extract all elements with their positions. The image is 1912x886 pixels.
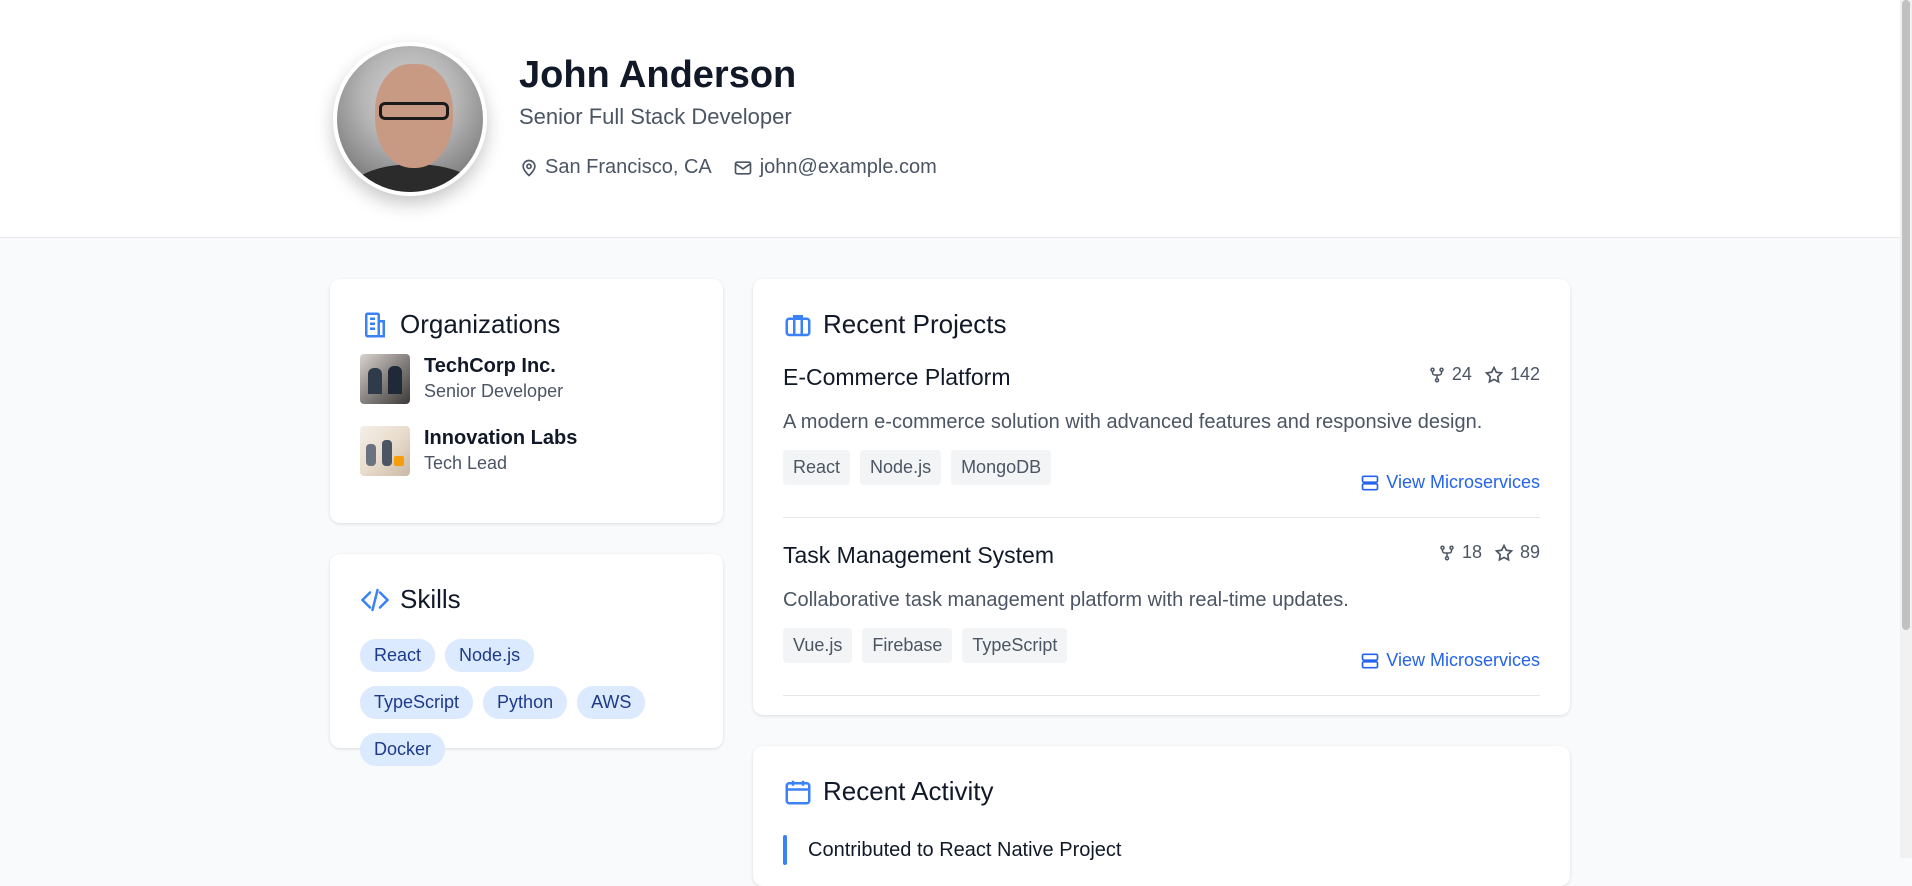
email[interactable]: john@example.com	[732, 156, 937, 179]
activity-indicator	[783, 835, 787, 865]
project-description: A modern e-commerce solution with advanc…	[783, 411, 1483, 433]
fork-icon	[1430, 367, 1444, 382]
star-icon	[1494, 543, 1514, 561]
skill-badge: Node.js	[445, 639, 535, 672]
avatar	[333, 42, 487, 196]
org-name: TechCorp Inc.	[424, 355, 556, 377]
profile-meta: San Francisco, CA john@example.com	[519, 156, 957, 179]
skill-badge: TypeScript	[360, 686, 474, 719]
activity-text: Contributed to React Native Project	[808, 838, 1122, 861]
email-text[interactable]: john@example.com	[760, 156, 937, 179]
skills-card: Skills React Node.js TypeScript Python A…	[330, 554, 723, 766]
skill-badge: Docker	[360, 733, 446, 766]
org-role: Tech Lead	[424, 453, 508, 473]
code-icon	[360, 588, 390, 611]
org-role: Senior Developer	[424, 381, 564, 401]
org-item[interactable]: TechCorp Inc. Senior Developer	[360, 354, 693, 404]
org-name: Innovation Labs	[424, 427, 578, 449]
forks-count: 24	[1428, 364, 1472, 385]
calendar-icon	[785, 780, 811, 804]
stars-count: 89	[1494, 542, 1540, 563]
activity-item: Contributed to React Native Project	[783, 835, 1540, 865]
tech-tag: TypeScript	[962, 628, 1068, 663]
page-scrollbar[interactable]	[1900, 0, 1912, 858]
skills-list: React Node.js TypeScript Python AWS Dock…	[360, 639, 660, 780]
tech-tag: Node.js	[860, 450, 942, 485]
server-icon	[1361, 475, 1379, 490]
profile-name: John Anderson	[519, 54, 797, 96]
activity-heading: Recent Activity	[783, 776, 1540, 807]
organizations-heading: Organizations	[360, 309, 693, 340]
project-stats: 18 89	[1426, 542, 1540, 563]
location-text: San Francisco, CA	[545, 156, 712, 178]
profile-header: John Anderson Senior Full Stack Develope…	[0, 0, 1900, 238]
fork-icon	[1440, 545, 1454, 560]
skill-badge: AWS	[577, 686, 646, 719]
skills-heading: Skills	[360, 584, 693, 615]
location: San Francisco, CA	[519, 156, 712, 179]
view-microservices-link[interactable]: View Microservices	[1360, 650, 1540, 671]
scrollbar-thumb[interactable]	[1902, 0, 1910, 630]
tech-tag: Vue.js	[783, 628, 853, 663]
project-item: E-Commerce Platform 24 142 A modern e-co…	[783, 364, 1540, 518]
project-stats: 24 142	[1416, 364, 1540, 385]
mail-icon	[734, 160, 752, 175]
org-item[interactable]: Innovation Labs Tech Lead	[360, 426, 693, 476]
project-description: Collaborative task management platform w…	[783, 589, 1349, 611]
projects-heading: Recent Projects	[783, 309, 1540, 340]
projects-card: Recent Projects E-Commerce Platform 24 1…	[753, 279, 1570, 715]
building-icon	[365, 312, 385, 337]
profile-title: Senior Full Stack Developer	[519, 104, 792, 129]
stars-count: 142	[1484, 364, 1540, 385]
view-microservices-link[interactable]: View Microservices	[1360, 472, 1540, 493]
star-icon	[1484, 365, 1504, 383]
project-item: Task Management System 18 89 Collaborati…	[783, 542, 1540, 696]
skill-badge: Python	[483, 686, 568, 719]
forks-count: 18	[1438, 542, 1482, 563]
briefcase-icon	[785, 314, 811, 336]
activity-card: Recent Activity Contributed to React Nat…	[753, 746, 1570, 886]
server-icon	[1361, 653, 1379, 668]
tech-tag: Firebase	[862, 628, 953, 663]
org-logo-techcorp	[360, 354, 410, 404]
skill-badge: React	[360, 639, 436, 672]
tech-tag: MongoDB	[951, 450, 1052, 485]
map-pin-icon	[522, 159, 536, 177]
organizations-card: Organizations TechCorp Inc. Senior Devel…	[330, 279, 723, 523]
tech-tag: React	[783, 450, 851, 485]
org-logo-innovation	[360, 426, 410, 476]
